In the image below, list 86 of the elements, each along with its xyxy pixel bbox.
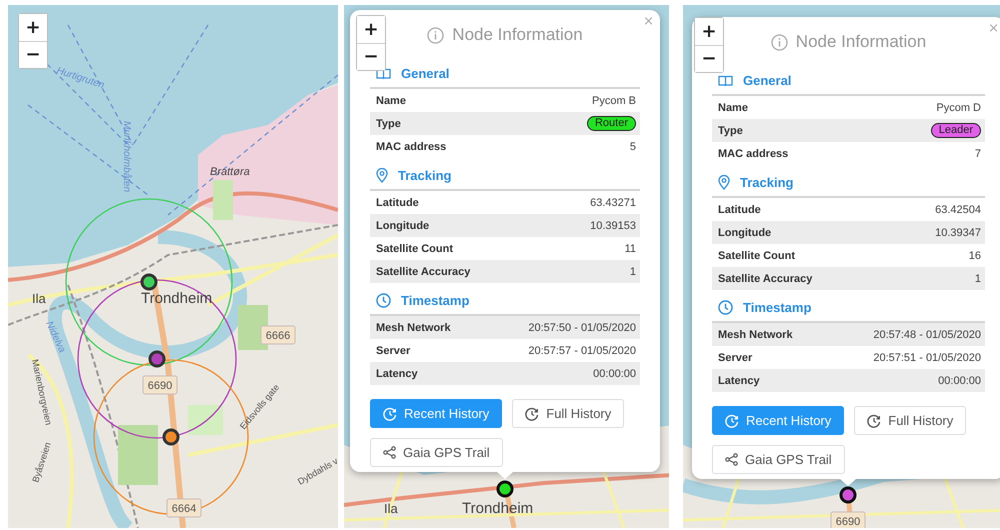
share-icon	[725, 453, 738, 466]
row-value: 63.42504	[935, 204, 981, 216]
row-value: Pycom B	[592, 94, 636, 106]
row-value: 10.39153	[590, 220, 636, 232]
row-label: Longitude	[376, 220, 430, 232]
gps-trail-button[interactable]: Gaia GPS Trail	[712, 445, 845, 474]
row-label: Latency	[376, 368, 418, 380]
row-label: Mesh Network	[718, 328, 793, 340]
row-value: 11	[624, 242, 636, 254]
row-value: 5	[630, 140, 636, 152]
row-label: Server	[718, 352, 752, 364]
park-area	[118, 425, 158, 485]
section-title: Tracking	[398, 168, 452, 183]
row-label: Type	[718, 124, 743, 136]
row-value: 16	[968, 250, 981, 262]
section-title: General	[743, 73, 792, 88]
road-number-label: 6664	[166, 498, 202, 518]
zoom-out-button[interactable]: −	[19, 41, 47, 68]
popup-title: Node Information	[452, 25, 583, 45]
map-label: Ila	[32, 291, 46, 306]
share-icon	[383, 446, 396, 459]
row-label: Latitude	[376, 196, 419, 208]
zoom-out-button[interactable]: −	[357, 43, 385, 70]
row-value: 63.43271	[590, 196, 636, 208]
clock-icon	[376, 293, 391, 308]
history-icon	[383, 406, 397, 420]
node-marker[interactable]	[840, 486, 856, 504]
row-label: Mesh Network	[376, 322, 451, 334]
location-pin-icon	[376, 168, 388, 183]
row-label: MAC address	[718, 148, 788, 160]
map-label: Ila	[384, 501, 398, 516]
row-label: Satellite Accuracy	[376, 266, 470, 278]
history-icon	[525, 406, 540, 420]
row-label: MAC address	[376, 140, 446, 152]
row-label: Name	[376, 94, 406, 106]
node-marker[interactable]	[496, 480, 514, 498]
node-marker[interactable]	[140, 274, 158, 290]
map-label: Brattøra	[210, 166, 250, 178]
section-title: General	[401, 66, 450, 81]
section-title: Tracking	[740, 175, 794, 190]
location-pin-icon	[718, 175, 730, 190]
row-value: 7	[974, 148, 981, 160]
row-label: Type	[376, 118, 401, 130]
park-area	[188, 405, 223, 435]
row-value: 1	[974, 272, 981, 284]
map-label: Munkholmbåten	[121, 121, 132, 192]
row-value: 20:57:51 - 01/05/2020	[873, 352, 981, 364]
node-marker[interactable]	[148, 350, 166, 368]
zoom-out-button[interactable]: −	[695, 45, 723, 72]
gps-trail-button[interactable]: Gaia GPS Trail	[370, 438, 503, 467]
road-number-label: 6690	[142, 376, 178, 394]
row-label: Latitude	[718, 204, 761, 216]
row-value: 1	[630, 266, 636, 278]
row-value: 10.39347	[935, 226, 981, 238]
row-label: Satellite Count	[376, 242, 454, 254]
node-marker[interactable]	[162, 428, 180, 446]
row-value: Pycom D	[936, 102, 981, 114]
row-value: 20:57:50 - 01/05/2020	[528, 322, 636, 334]
row-value: 20:57:48 - 01/05/2020	[873, 328, 981, 340]
map-label: Trondheim	[462, 500, 534, 517]
clock-icon	[718, 300, 733, 315]
row-label: Satellite Accuracy	[718, 272, 812, 284]
book-icon	[718, 74, 733, 86]
section-title: Timestamp	[401, 293, 470, 308]
popup-title: Node Information	[796, 32, 926, 52]
type-badge: Leader	[930, 123, 981, 138]
row-label: Satellite Count	[718, 250, 796, 262]
info-icon	[770, 34, 788, 50]
row-value: 00:00:00	[593, 368, 636, 380]
history-icon	[867, 414, 882, 428]
row-label: Latency	[718, 374, 760, 386]
row-label: Name	[718, 102, 748, 114]
row-value: 20:57:57 - 01/05/2020	[528, 344, 636, 356]
history-button[interactable]: Full History	[854, 406, 966, 435]
road-number-label: 6690	[830, 512, 866, 528]
type-badge: Router	[586, 116, 636, 131]
row-value: 00:00:00	[938, 374, 981, 386]
history-button[interactable]: Full History	[512, 399, 624, 428]
info-icon	[427, 26, 444, 44]
park-area	[213, 180, 233, 220]
road-number-label: 6666	[260, 326, 296, 344]
park-area	[238, 305, 268, 350]
row-label: Server	[376, 344, 410, 356]
row-label: Longitude	[718, 226, 772, 238]
history-icon	[725, 414, 739, 428]
section-title: Timestamp	[743, 300, 812, 315]
